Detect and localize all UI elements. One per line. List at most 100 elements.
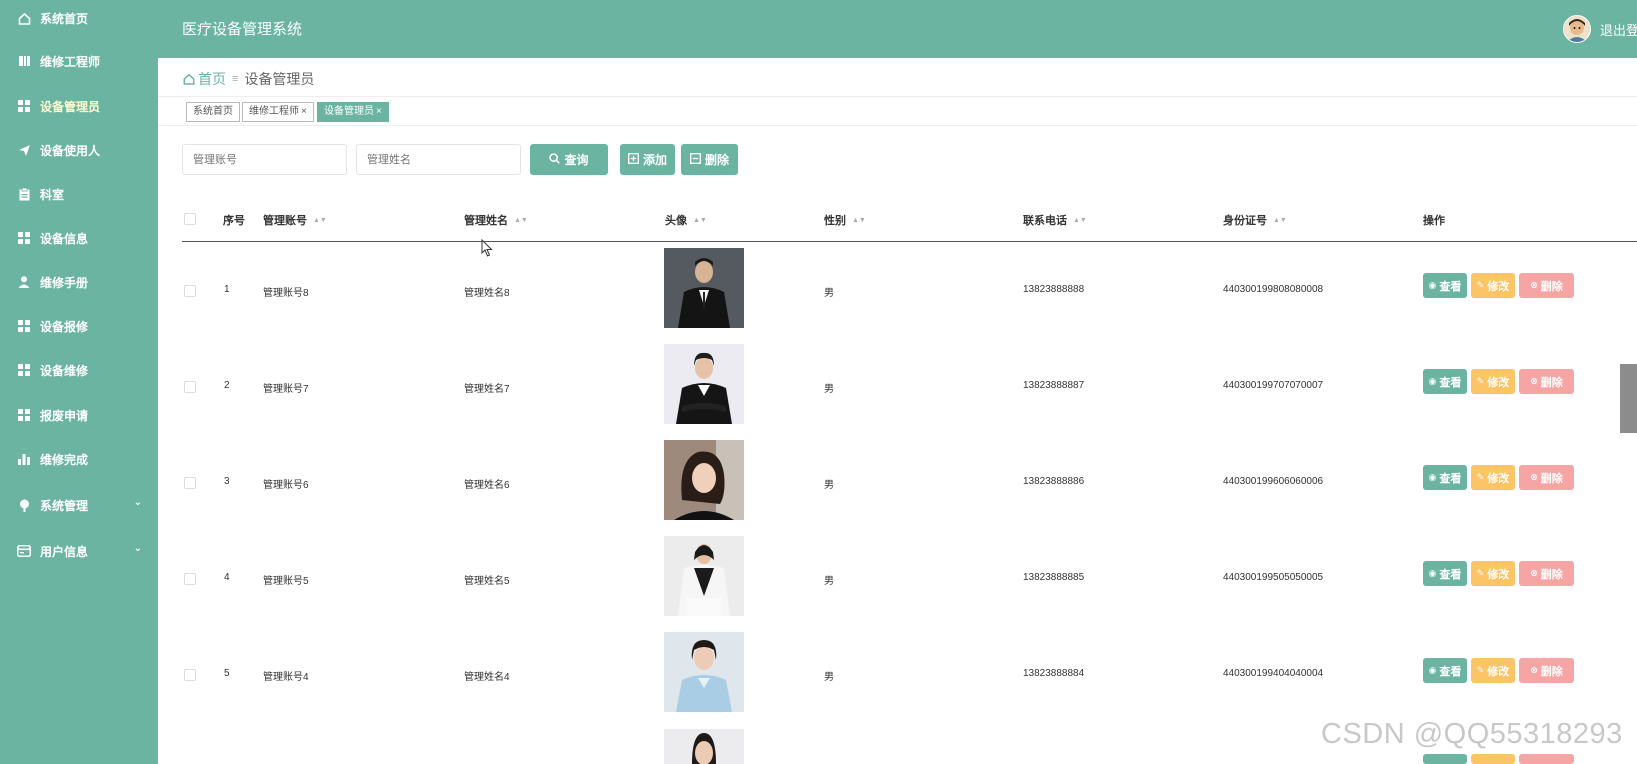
send-icon xyxy=(17,143,31,157)
cell-gender: 男 xyxy=(824,384,834,395)
close-icon[interactable]: × xyxy=(301,106,307,117)
sort-icon[interactable]: ▲▼ xyxy=(514,217,528,224)
view-button[interactable]: ◉ 查看 xyxy=(1423,658,1467,683)
sort-icon[interactable]: ▲▼ xyxy=(1073,217,1087,224)
view-button[interactable]: ◉ 查看 xyxy=(1423,465,1467,490)
cell-name: 管理姓名5 xyxy=(464,576,510,587)
avatar-photo[interactable] xyxy=(664,248,744,328)
sidebar-item-system[interactable]: 系统管理 ⌄ xyxy=(0,487,158,523)
avatar-photo[interactable] xyxy=(664,632,744,712)
cell-gender: 男 xyxy=(824,480,834,491)
edit-button[interactable]: ✎ 修改 xyxy=(1471,658,1515,683)
sort-icon[interactable]: ▲▼ xyxy=(313,217,327,224)
logout-link[interactable]: 退出登 xyxy=(1600,20,1637,39)
view-button[interactable]: ◉ 查看 xyxy=(1423,369,1467,394)
sidebar-item-device-info[interactable]: 设备信息 xyxy=(0,220,158,256)
cell-phone: 13823888884 xyxy=(1023,668,1085,679)
column-header-index: 序号 xyxy=(223,215,245,227)
account-search-input[interactable] xyxy=(182,144,347,175)
sort-icon[interactable]: ▲▼ xyxy=(1273,217,1287,224)
cell-id-number: 440300199404040004 xyxy=(1223,668,1324,679)
column-header-avatar[interactable]: 头像 ▲▼ xyxy=(665,212,707,228)
sort-icon[interactable]: ▲▼ xyxy=(693,217,707,224)
sidebar-item-repair-report[interactable]: 设备报修 xyxy=(0,308,158,344)
delete-button[interactable]: ⊗ 删除 xyxy=(1519,465,1574,490)
breadcrumb-home[interactable]: 首页 xyxy=(198,69,226,89)
plus-square-icon xyxy=(628,152,639,167)
edit-button[interactable]: ✎ 修改 xyxy=(1471,273,1515,298)
avatar-photo[interactable] xyxy=(664,729,744,764)
minus-square-icon xyxy=(690,152,701,167)
avatar-photo[interactable] xyxy=(664,440,744,520)
row-checkbox[interactable] xyxy=(184,669,196,681)
sidebar-item-label: 科室 xyxy=(40,187,65,202)
delete-circle-icon: ⊗ xyxy=(1530,376,1538,386)
avatar-photo[interactable] xyxy=(664,344,744,424)
sidebar-item-user-info[interactable]: 用户信息 ⌄ xyxy=(0,533,158,569)
bar-chart-icon xyxy=(17,452,31,466)
cell-phone: 13823888888 xyxy=(1023,284,1085,295)
row-checkbox[interactable] xyxy=(184,573,196,585)
select-all-checkbox[interactable] xyxy=(184,213,196,225)
view-button[interactable]: ◉ 查看 xyxy=(1423,561,1467,586)
chevron-down-icon: ⌄ xyxy=(133,497,142,508)
avatar-photo[interactable] xyxy=(664,536,744,616)
view-button[interactable] xyxy=(1423,754,1467,764)
sidebar-item-maintenance[interactable]: 设备维修 xyxy=(0,352,158,388)
batch-delete-button[interactable]: 删除 xyxy=(681,144,738,175)
eye-icon: ◉ xyxy=(1428,280,1437,290)
sort-icon[interactable]: ▲▼ xyxy=(852,217,866,224)
sidebar-item-manual[interactable]: 维修手册 xyxy=(0,264,158,300)
edit-icon: ✎ xyxy=(1476,472,1485,482)
avatar[interactable] xyxy=(1563,15,1591,43)
delete-button[interactable] xyxy=(1519,754,1574,764)
breadcrumb: 首页 ≡ 设备管理员 xyxy=(183,69,314,89)
query-button[interactable]: 查询 xyxy=(530,144,608,175)
column-header-gender[interactable]: 性别 ▲▼ xyxy=(824,212,866,228)
edit-button[interactable]: ✎ 修改 xyxy=(1471,465,1515,490)
vertical-scrollbar-thumb[interactable] xyxy=(1620,364,1637,433)
sidebar-item-engineer[interactable]: 维修工程师 xyxy=(0,43,158,79)
sidebar-item-repair-done[interactable]: 维修完成 xyxy=(0,441,158,477)
sidebar-item-home[interactable]: 系统首页 xyxy=(0,0,158,36)
edit-icon: ✎ xyxy=(1476,376,1485,386)
cell-gender: 男 xyxy=(824,576,834,587)
tag-engineer[interactable]: 维修工程师 × xyxy=(242,102,314,122)
delete-circle-icon: ⊗ xyxy=(1530,472,1538,482)
cell-index: 4 xyxy=(224,572,230,583)
edit-button[interactable] xyxy=(1471,754,1515,764)
row-checkbox[interactable] xyxy=(184,285,196,297)
edit-button[interactable]: ✎ 修改 xyxy=(1471,561,1515,586)
column-header-phone[interactable]: 联系电话 ▲▼ xyxy=(1023,212,1087,228)
delete-button[interactable]: ⊗ 删除 xyxy=(1519,561,1574,586)
tag-device-admin[interactable]: 设备管理员 × xyxy=(317,102,389,122)
sidebar-item-device-user[interactable]: 设备使用人 xyxy=(0,132,158,168)
row-checkbox[interactable] xyxy=(184,381,196,393)
sidebar-item-department[interactable]: 科室 xyxy=(0,176,158,212)
delete-button[interactable]: ⊗ 删除 xyxy=(1519,658,1574,683)
close-icon[interactable]: × xyxy=(376,106,382,117)
breadcrumb-separator-icon: ≡ xyxy=(232,73,239,85)
view-button[interactable]: ◉ 查看 xyxy=(1423,273,1467,298)
delete-circle-icon: ⊗ xyxy=(1530,568,1538,578)
edit-button[interactable]: ✎ 修改 xyxy=(1471,369,1515,394)
cell-account: 管理账号8 xyxy=(263,288,309,299)
row-checkbox[interactable] xyxy=(184,477,196,489)
tag-system-home[interactable]: 系统首页 xyxy=(186,102,240,122)
sidebar-item-label: 系统首页 xyxy=(40,11,89,26)
delete-button[interactable]: ⊗ 删除 xyxy=(1519,369,1574,394)
add-button[interactable]: 添加 xyxy=(620,144,675,175)
column-header-name[interactable]: 管理姓名 ▲▼ xyxy=(464,212,528,228)
column-header-account[interactable]: 管理账号 ▲▼ xyxy=(263,212,327,228)
cell-index: 3 xyxy=(224,476,230,487)
grid-icon xyxy=(17,231,31,245)
sidebar-item-label: 报废申请 xyxy=(40,408,89,423)
book-icon xyxy=(17,54,31,68)
sidebar-item-label: 设备维修 xyxy=(40,363,89,378)
delete-button[interactable]: ⊗ 删除 xyxy=(1519,273,1574,298)
watermark: CSDN @QQ55318293 xyxy=(1321,718,1623,750)
column-header-id[interactable]: 身份证号 ▲▼ xyxy=(1223,212,1287,228)
sidebar-item-scrap[interactable]: 报废申请 xyxy=(0,397,158,433)
sidebar-item-device-admin[interactable]: 设备管理员 xyxy=(0,88,158,124)
name-search-input[interactable] xyxy=(356,144,521,175)
